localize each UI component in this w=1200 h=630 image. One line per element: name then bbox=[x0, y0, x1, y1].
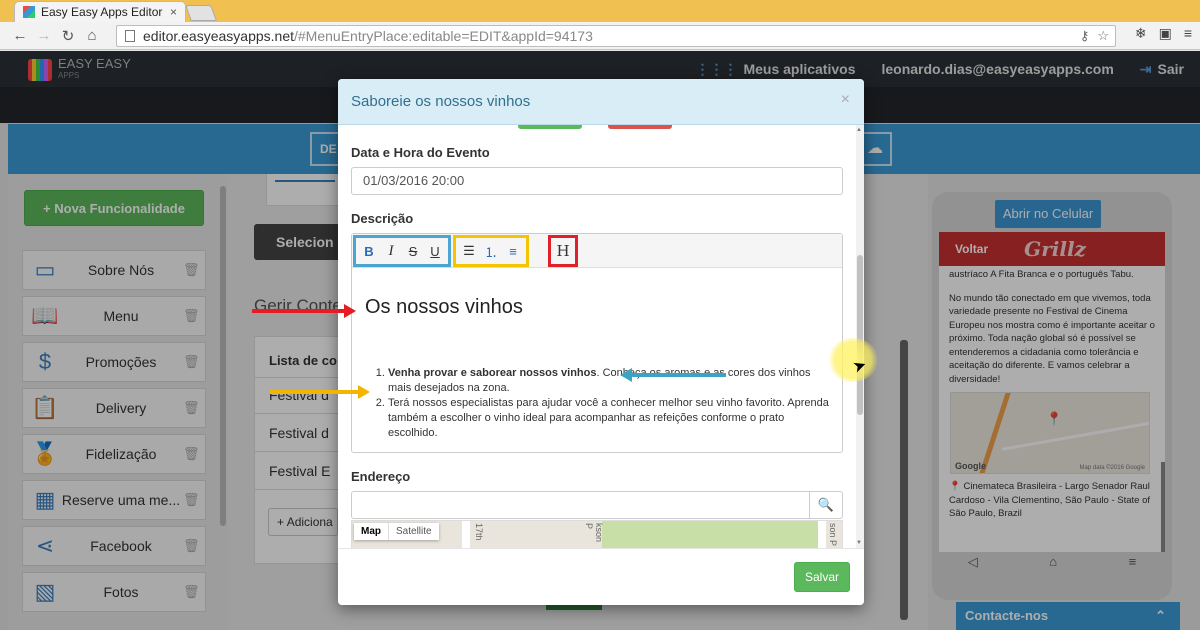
align-icon[interactable]: ≡ bbox=[506, 244, 520, 259]
address-bar[interactable]: editor.easyeasyapps.net/#MenuEntryPlace:… bbox=[116, 25, 1116, 47]
map-type-toggle: Map Satellite bbox=[354, 523, 439, 540]
underline-button[interactable]: U bbox=[428, 244, 442, 259]
modal-header: Saboreie os nossos vinhos × bbox=[338, 79, 864, 125]
map-road-label: 17th bbox=[474, 523, 484, 541]
url-host: editor.easyeasyapps.net bbox=[143, 28, 294, 44]
tab-close-icon[interactable]: × bbox=[170, 5, 177, 19]
modal-body: Data e Hora do Evento 01/03/2016 20:00 D… bbox=[338, 125, 856, 548]
browser-toolbar: ← → ↻ ⌂ editor.easyeasyapps.net/#MenuEnt… bbox=[0, 22, 1200, 50]
page-document-icon bbox=[125, 30, 135, 42]
home-icon[interactable]: ⌂ bbox=[80, 27, 104, 44]
list-item: Terá nossos especialistas para ajudar vo… bbox=[388, 396, 834, 441]
close-icon[interactable]: × bbox=[841, 91, 850, 109]
yellow-annotation-arrow bbox=[270, 385, 370, 399]
search-icon[interactable]: 🔍 bbox=[809, 491, 843, 519]
list-item-bold: Venha provar e saborear nossos vinhos bbox=[388, 367, 597, 379]
date-input[interactable]: 01/03/2016 20:00 bbox=[351, 167, 843, 195]
extension-icon[interactable]: ❄ bbox=[1135, 25, 1147, 42]
cast-icon[interactable]: ▣ bbox=[1159, 25, 1172, 42]
map-road-label: son P bbox=[828, 523, 838, 547]
modal-title: Saboreie os nossos vinhos bbox=[351, 93, 531, 110]
blue-annotation-arrow bbox=[620, 368, 726, 382]
heading-group: H bbox=[548, 235, 578, 267]
reload-icon[interactable]: ↻ bbox=[56, 27, 80, 45]
modal-scrollbar[interactable]: ▲ ▼ bbox=[856, 125, 864, 548]
map-road-label: kson P bbox=[584, 523, 604, 543]
rich-text-editor: B I S U ☰ ⒈ ≡ H Os nossos vinhos Venha p… bbox=[351, 233, 843, 453]
editor-heading: Os nossos vinhos bbox=[365, 296, 523, 318]
key-icon[interactable]: ⚷ bbox=[1080, 28, 1090, 44]
green-button-stub[interactable] bbox=[518, 125, 582, 129]
numbered-list-icon[interactable]: ⒈ bbox=[484, 242, 498, 261]
map-type-satellite[interactable]: Satellite bbox=[388, 523, 439, 540]
strikethrough-button[interactable]: S bbox=[406, 244, 420, 259]
date-label: Data e Hora do Evento bbox=[351, 145, 490, 160]
red-button-stub[interactable] bbox=[608, 125, 672, 129]
list-item: Venha provar e saborear nossos vinhos. C… bbox=[388, 366, 834, 396]
new-tab-button[interactable] bbox=[185, 5, 217, 21]
text-style-group: B I S U bbox=[353, 235, 451, 267]
red-annotation-arrow bbox=[252, 304, 356, 318]
scroll-down-icon[interactable]: ▼ bbox=[856, 540, 862, 546]
browser-tabstrip: Easy Easy Apps Editor × bbox=[0, 0, 1200, 22]
list-group: ☰ ⒈ ≡ bbox=[453, 235, 529, 267]
save-button[interactable]: Salvar bbox=[794, 562, 850, 592]
scroll-up-icon[interactable]: ▲ bbox=[856, 127, 862, 133]
back-arrow-icon[interactable]: ← bbox=[8, 27, 32, 44]
editor-toolbar: B I S U ☰ ⒈ ≡ H bbox=[352, 234, 842, 268]
bold-button[interactable]: B bbox=[362, 244, 376, 259]
address-label: Endereço bbox=[351, 469, 411, 484]
app-favicon-icon bbox=[23, 6, 35, 18]
editor-content[interactable]: Os nossos vinhos Venha provar e saborear… bbox=[352, 268, 842, 452]
tab-title: Easy Easy Apps Editor bbox=[41, 5, 163, 19]
map-type-map[interactable]: Map bbox=[354, 523, 388, 540]
browser-tab[interactable]: Easy Easy Apps Editor × bbox=[14, 1, 186, 22]
address-input[interactable] bbox=[351, 491, 811, 519]
editor-ordered-list: Venha provar e saborear nossos vinhos. C… bbox=[388, 366, 834, 441]
url-path: /#MenuEntryPlace:editable=EDIT&appId=941… bbox=[294, 28, 593, 44]
forward-arrow-icon[interactable]: → bbox=[32, 27, 56, 44]
edit-item-modal: Saboreie os nossos vinhos × Data e Hora … bbox=[338, 79, 864, 605]
heading-button[interactable]: H bbox=[556, 242, 570, 260]
bullet-list-icon[interactable]: ☰ bbox=[462, 243, 476, 259]
italic-button[interactable]: I bbox=[384, 243, 398, 260]
modal-footer: Salvar bbox=[338, 548, 864, 605]
menu-icon[interactable]: ≡ bbox=[1184, 25, 1192, 42]
bookmark-star-icon[interactable]: ☆ bbox=[1097, 28, 1109, 44]
description-label: Descrição bbox=[351, 211, 414, 226]
